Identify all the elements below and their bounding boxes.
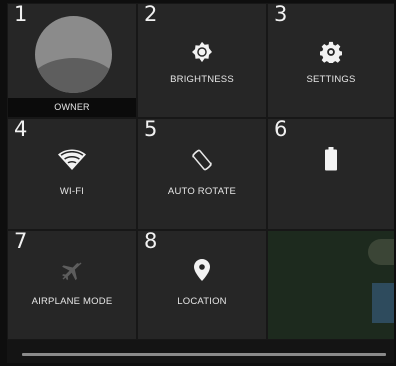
airplane-icon <box>62 262 82 281</box>
battery-icon <box>325 147 337 171</box>
tile-label: OWNER <box>8 98 136 117</box>
tile-label: AIRPLANE MODE <box>31 296 113 307</box>
auto-rotate-icon <box>192 149 212 171</box>
brightness-icon <box>192 41 212 63</box>
tile-number: 5 <box>144 119 158 141</box>
tile-label: WI-FI <box>59 186 85 197</box>
tile-settings[interactable]: 3 SETTINGS <box>268 4 394 117</box>
tile-location[interactable]: 8 LOCATION <box>138 231 266 339</box>
tile-battery[interactable]: 6 <box>268 119 394 229</box>
tile-number: 6 <box>274 119 288 141</box>
panel-drag-handle[interactable] <box>22 353 386 356</box>
tile-auto-rotate[interactable]: 5 AUTO ROTATE <box>138 119 266 229</box>
wifi-icon <box>58 149 86 170</box>
tile-number: 3 <box>274 4 288 26</box>
tile-number: 4 <box>14 119 28 141</box>
tile-label: SETTINGS <box>306 74 356 85</box>
tile-brightness[interactable]: 2 BRIGHTNESS <box>138 4 266 117</box>
background-home-screen <box>268 231 394 339</box>
location-pin-icon <box>194 259 210 281</box>
tile-owner[interactable]: 1 OWNER <box>8 4 136 117</box>
home-app-icon <box>372 283 394 323</box>
tile-wifi[interactable]: 4 WI-FI <box>8 119 136 229</box>
tile-number: 7 <box>14 231 28 253</box>
tile-label: LOCATION <box>177 296 227 307</box>
tile-label: BRIGHTNESS <box>170 74 234 85</box>
home-app-icon <box>368 239 394 265</box>
gear-icon <box>320 41 342 63</box>
avatar-icon <box>35 16 112 93</box>
tile-number: 8 <box>144 231 158 253</box>
tile-number: 2 <box>144 4 158 26</box>
tile-airplane-mode[interactable]: 7 AIRPLANE MODE <box>8 231 136 339</box>
panel-footer <box>7 340 394 363</box>
tile-label: AUTO ROTATE <box>167 186 237 197</box>
tile-number: 1 <box>14 4 28 26</box>
